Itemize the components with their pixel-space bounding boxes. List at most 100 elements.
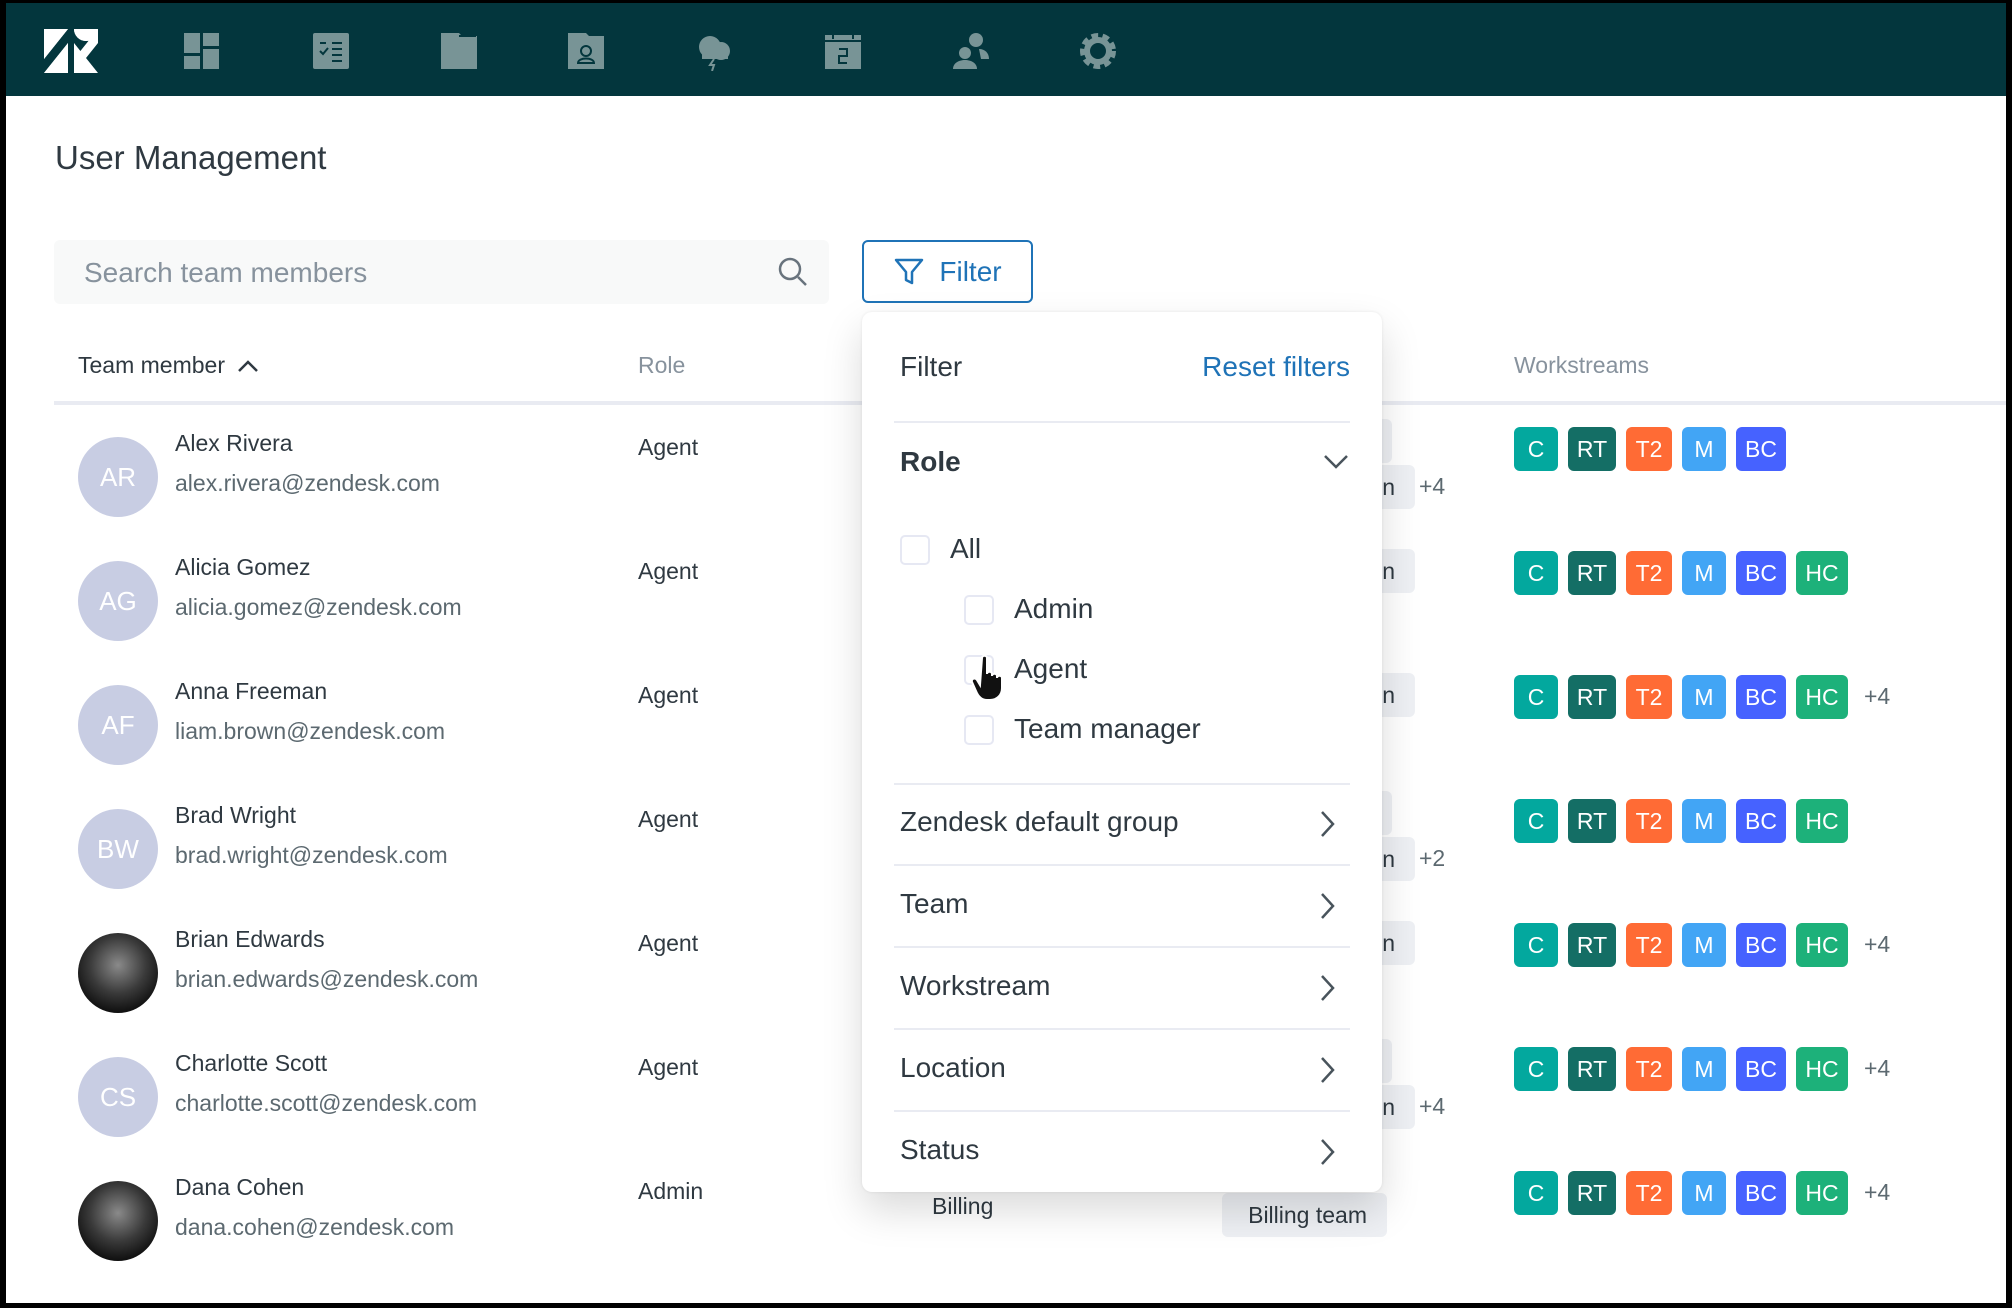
member-name[interactable]: Brad Wright xyxy=(175,802,296,829)
settings-icon[interactable] xyxy=(1078,31,1118,71)
users-icon[interactable] xyxy=(951,31,991,71)
chevron-right-icon xyxy=(1321,893,1335,919)
workstream-badge[interactable]: HC xyxy=(1796,1047,1848,1091)
member-role: Admin xyxy=(638,1178,704,1204)
workstream-badge[interactable]: T2 xyxy=(1626,799,1672,843)
workstream-badge[interactable]: RT xyxy=(1568,427,1616,471)
workstream-badge[interactable]: T2 xyxy=(1626,427,1672,471)
workstream-badge[interactable]: BC xyxy=(1736,799,1786,843)
tickets-icon[interactable] xyxy=(311,31,351,71)
workstreams-more-count[interactable]: +4 xyxy=(1864,683,1890,710)
filter-panel: Filter Reset filters Role All Admin Agent T… xyxy=(862,312,1382,1192)
page-title: User Management xyxy=(55,139,327,176)
workstream-badge[interactable]: M xyxy=(1682,1171,1726,1215)
workstream-badge[interactable]: M xyxy=(1682,551,1726,595)
contacts-icon[interactable] xyxy=(566,31,606,71)
role-option[interactable]: All xyxy=(900,524,1280,576)
avatar xyxy=(78,933,158,1013)
role-option[interactable]: Agent xyxy=(964,644,1344,696)
column-header-team-member[interactable]: Team member xyxy=(78,352,259,379)
workstreams-more-count[interactable]: +4 xyxy=(1864,1179,1890,1206)
workstream-badge[interactable]: RT xyxy=(1568,1171,1616,1215)
app-window: User Management Filter Team member Role … xyxy=(6,3,2006,1303)
workstream-badge[interactable]: HC xyxy=(1796,799,1848,843)
reset-filters-link[interactable]: Reset filters xyxy=(1202,351,1350,383)
workstream-badge[interactable]: RT xyxy=(1568,551,1616,595)
workstream-badge[interactable]: RT xyxy=(1568,799,1616,843)
zendesk-logo[interactable] xyxy=(44,29,98,73)
workstream-badge[interactable]: M xyxy=(1682,1047,1726,1091)
weather-icon[interactable] xyxy=(694,31,734,71)
workstream-badge[interactable]: C xyxy=(1514,427,1558,471)
filter-section-status[interactable]: Status xyxy=(862,1112,1382,1192)
workstream-badge[interactable]: HC xyxy=(1796,551,1848,595)
workstream-badge[interactable]: BC xyxy=(1736,923,1786,967)
team-more-count[interactable]: +4 xyxy=(1419,473,1445,500)
workstream-badge[interactable]: C xyxy=(1514,1171,1558,1215)
member-name[interactable]: Brian Edwards xyxy=(175,926,325,953)
member-name[interactable]: Anna Freeman xyxy=(175,678,327,705)
workstream-badge[interactable]: RT xyxy=(1568,1047,1616,1091)
role-option[interactable]: Team manager xyxy=(964,704,1344,756)
role-section-header[interactable]: Role xyxy=(862,432,1382,492)
chevron-right-icon xyxy=(1321,1057,1335,1083)
member-role: Agent xyxy=(638,682,699,708)
workstream-badge[interactable]: C xyxy=(1514,675,1558,719)
workstream-badge[interactable]: M xyxy=(1682,799,1726,843)
member-name[interactable]: Charlotte Scott xyxy=(175,1050,327,1077)
avatar: BW xyxy=(78,809,158,889)
member-role: Agent xyxy=(638,558,699,584)
workstream-badge[interactable]: T2 xyxy=(1626,675,1672,719)
workstream-badge[interactable]: HC xyxy=(1796,923,1848,967)
workstream-badge[interactable]: T2 xyxy=(1626,551,1672,595)
checkbox[interactable] xyxy=(964,715,994,745)
workstream-badge[interactable]: RT xyxy=(1568,675,1616,719)
workstream-badge[interactable]: T2 xyxy=(1626,1047,1672,1091)
checkbox[interactable] xyxy=(964,595,994,625)
workstream-badge[interactable]: M xyxy=(1682,923,1726,967)
workstreams-more-count[interactable]: +4 xyxy=(1864,1055,1890,1082)
search-box xyxy=(54,240,829,306)
folder-icon[interactable] xyxy=(439,31,479,71)
filter-button[interactable]: Filter xyxy=(862,240,1033,303)
calendar-icon[interactable] xyxy=(823,31,863,71)
workstream-badge[interactable]: C xyxy=(1514,923,1558,967)
workstream-badge[interactable]: T2 xyxy=(1626,1171,1672,1215)
workstream-badge[interactable]: HC xyxy=(1796,1171,1848,1215)
workstream-badge[interactable]: C xyxy=(1514,799,1558,843)
workstream-badge[interactable]: BC xyxy=(1736,551,1786,595)
workstream-badge[interactable]: BC xyxy=(1736,675,1786,719)
workstream-badge[interactable]: C xyxy=(1514,1047,1558,1091)
member-email: brad.wright@zendesk.com xyxy=(175,842,448,868)
workstream-badge[interactable]: C xyxy=(1514,551,1558,595)
dashboard-icon[interactable] xyxy=(182,31,222,71)
avatar: AG xyxy=(78,561,158,641)
filter-section-label: Workstream xyxy=(900,970,1051,1001)
member-name[interactable]: Alicia Gomez xyxy=(175,554,310,581)
filter-icon xyxy=(895,258,924,284)
chevron-right-icon xyxy=(1321,811,1335,837)
filter-section-team[interactable]: Team xyxy=(862,866,1382,946)
member-name[interactable]: Dana Cohen xyxy=(175,1174,304,1201)
column-header-role[interactable]: Role xyxy=(638,352,685,379)
member-name[interactable]: Alex Rivera xyxy=(175,430,293,457)
workstream-badge[interactable]: T2 xyxy=(1626,923,1672,967)
workstream-badge[interactable]: RT xyxy=(1568,923,1616,967)
workstreams-more-count[interactable]: +4 xyxy=(1864,931,1890,958)
workstream-badge[interactable]: BC xyxy=(1736,427,1786,471)
role-option[interactable]: Admin xyxy=(964,584,1344,636)
search-input[interactable] xyxy=(54,240,786,306)
team-more-count[interactable]: +4 xyxy=(1419,1093,1445,1120)
filter-section-workstream[interactable]: Workstream xyxy=(862,948,1382,1028)
filter-section-location[interactable]: Location xyxy=(862,1030,1382,1110)
workstream-badge[interactable]: HC xyxy=(1796,675,1848,719)
search-icon[interactable] xyxy=(777,256,809,288)
checkbox[interactable] xyxy=(900,535,930,565)
workstream-badge[interactable]: M xyxy=(1682,675,1726,719)
filter-section-zendesk-default-group[interactable]: Zendesk default group xyxy=(862,784,1382,864)
workstream-badge[interactable]: BC xyxy=(1736,1047,1786,1091)
workstream-badge[interactable]: M xyxy=(1682,427,1726,471)
column-header-workstreams[interactable]: Workstreams xyxy=(1514,352,1649,379)
team-more-count[interactable]: +2 xyxy=(1419,845,1445,872)
workstream-badge[interactable]: BC xyxy=(1736,1171,1786,1215)
